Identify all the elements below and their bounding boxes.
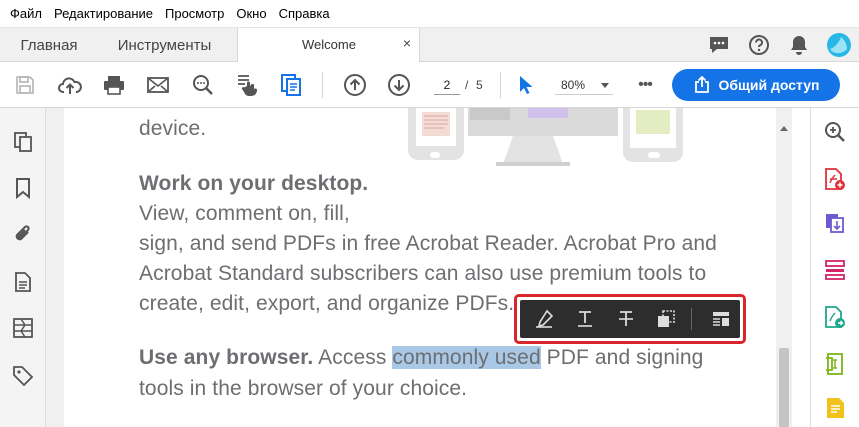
menu-file[interactable]: Файл [4, 6, 48, 21]
bell-icon[interactable] [779, 28, 819, 62]
vertical-scrollbar[interactable] [776, 108, 792, 427]
profile-avatar-icon[interactable] [819, 28, 859, 62]
document-pages-icon[interactable] [279, 73, 303, 97]
share-button-label: Общий доступ [718, 77, 820, 93]
previous-page-icon[interactable] [343, 73, 367, 97]
doc-heading: Work on your desktop. [139, 172, 368, 196]
tab-bar: Главная Инструменты Welcome × [0, 28, 859, 63]
doc-text-line: View, comment on, fill, [139, 202, 350, 225]
document-properties-icon[interactable] [11, 270, 35, 294]
zoom-value: 80% [561, 78, 586, 92]
export-pdf-icon[interactable] [823, 305, 847, 329]
copy-text-icon[interactable] [655, 308, 677, 330]
email-icon[interactable] [146, 73, 170, 97]
chevron-down-icon [601, 83, 609, 88]
comment-icon[interactable] [699, 28, 739, 62]
save-icon[interactable] [13, 73, 37, 97]
menu-help[interactable]: Справка [273, 6, 336, 21]
attachment-icon[interactable] [11, 222, 35, 246]
devices-illustration [408, 108, 683, 166]
menu-window[interactable]: Окно [230, 6, 272, 21]
more-options-menu-icon[interactable] [710, 308, 732, 330]
doc-text-line: Acrobat Standard subscribers can also us… [139, 262, 707, 285]
close-tab-icon[interactable]: × [403, 35, 411, 51]
search-icon[interactable] [191, 73, 215, 97]
menu-view[interactable]: Просмотр [159, 6, 230, 21]
scroll-up-icon[interactable] [780, 126, 788, 131]
next-page-icon[interactable] [387, 73, 411, 97]
doc-text-line: Use any browser. Access commonly used PD… [139, 346, 703, 370]
zoom-in-icon[interactable] [823, 120, 847, 144]
menu-edit[interactable]: Редактирование [48, 6, 159, 21]
text-markup-toolbar [520, 300, 740, 338]
share-icon [694, 76, 709, 93]
doc-text-line: create, edit, export, and organize PDFs. [139, 292, 515, 315]
organize-pages-icon[interactable] [823, 258, 847, 282]
tab-home[interactable]: Главная [6, 28, 92, 62]
print-icon[interactable] [102, 73, 126, 97]
read-aloud-hand-icon[interactable] [235, 73, 259, 97]
doc-text-span: PDF and signing [540, 346, 704, 369]
doc-heading-text: Work on your desktop. [139, 172, 369, 195]
right-tools-rail [810, 108, 859, 427]
page-number-input[interactable]: 2 [434, 75, 460, 95]
comment-tool-icon[interactable] [823, 396, 847, 420]
toolbar-divider [322, 72, 323, 98]
doc-text-line: device. [139, 117, 207, 140]
upload-cloud-icon[interactable] [58, 73, 82, 97]
doc-text-span: Access [313, 346, 393, 369]
menu-bar: Файл Редактирование Просмотр Окно Справк… [0, 0, 859, 28]
doc-text-line: tools in the browser of your choice. [139, 377, 468, 400]
underline-text-icon[interactable] [574, 308, 596, 330]
edit-pdf-icon[interactable] [823, 352, 847, 376]
scrollbar-thumb[interactable] [779, 348, 789, 427]
strikethrough-text-icon[interactable] [615, 308, 637, 330]
share-button[interactable]: Общий доступ [672, 69, 840, 101]
tab-tools[interactable]: Инструменты [92, 28, 238, 62]
selected-text-highlight[interactable]: commonly used [392, 346, 541, 369]
layers-icon[interactable] [11, 316, 35, 340]
doc-heading-text: Use any browser. [139, 346, 314, 369]
select-cursor-icon[interactable] [513, 73, 537, 97]
more-options-icon[interactable]: ••• [633, 73, 657, 97]
doc-text-line: sign, and send PDFs in free Acrobat Read… [139, 232, 717, 255]
tag-icon[interactable] [11, 364, 35, 388]
help-icon[interactable] [739, 28, 779, 62]
main-toolbar: 2 / 5 80% ••• Общий доступ [0, 62, 859, 108]
page-thumbnails-icon[interactable] [11, 130, 35, 154]
highlighter-pen-icon[interactable] [533, 308, 555, 330]
zoom-dropdown[interactable]: 80% [555, 75, 613, 95]
page-separator: / [465, 78, 469, 92]
bookmark-icon[interactable] [11, 176, 35, 200]
page-total: 5 [476, 78, 483, 92]
combine-files-icon[interactable] [823, 212, 847, 236]
tab-document-title: Welcome [302, 37, 356, 52]
text-markup-toolbar-callout [514, 294, 746, 344]
left-navigation-rail [0, 108, 46, 427]
create-pdf-icon[interactable] [823, 167, 847, 191]
toolbar-divider [691, 308, 692, 330]
toolbar-divider [500, 72, 501, 98]
tab-document[interactable]: Welcome × [238, 28, 420, 63]
tab-bar-actions [699, 28, 859, 62]
